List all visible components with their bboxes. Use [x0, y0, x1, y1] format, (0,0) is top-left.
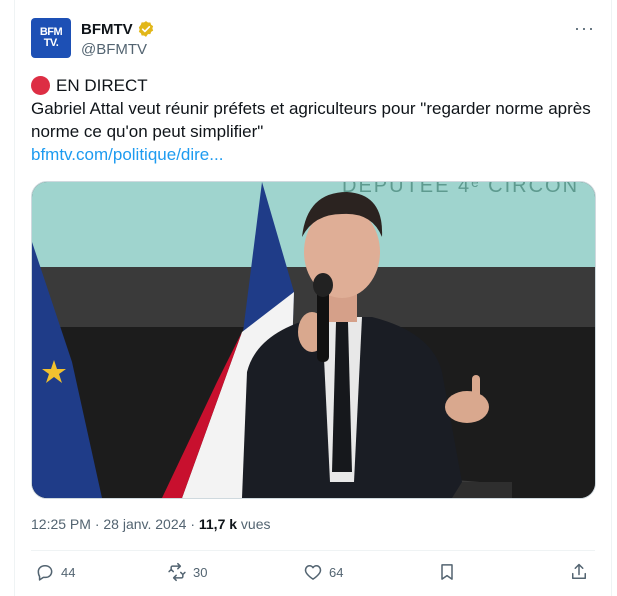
action-bar: 44 30 64 [31, 562, 595, 590]
more-options-icon[interactable]: ··· [574, 18, 595, 39]
views-label: vues [240, 516, 271, 532]
backdrop-text: DÉPUTÉE 4ᵉ CIRCON [342, 182, 579, 197]
author-name[interactable]: BFMTV [81, 21, 133, 38]
live-label: EN DIRECT [56, 76, 148, 95]
bookmark-icon [441, 564, 453, 580]
like-count: 64 [329, 564, 344, 580]
share-button[interactable] [569, 562, 595, 582]
avatar[interactable]: BFM TV. [31, 18, 71, 58]
views-count: 11,7 k [198, 516, 238, 532]
verified-badge-icon [138, 21, 153, 37]
tweet-meta: 12:25 PM · 28 janv. 2024 · 11,7 k vues [31, 516, 271, 532]
author-name-row: BFMTV [81, 20, 155, 38]
tweet-photo[interactable]: DÉPUTÉE 4ᵉ CIRCON [31, 181, 596, 499]
tweet-text: EN DIRECT Gabriel Attal veut réunir préf… [31, 74, 591, 166]
tweet-card: BFM TV. BFMTV @BFMTV ··· EN DIRECT Gabri… [14, 0, 612, 596]
divider [31, 550, 595, 551]
meta-separator: · [190, 516, 199, 532]
author-handle[interactable]: @BFMTV [81, 41, 147, 58]
tweet-body: Gabriel Attal veut réunir préfets et agr… [31, 99, 591, 141]
heart-icon [304, 565, 322, 580]
reply-icon [37, 565, 53, 581]
repost-button[interactable]: 30 [167, 562, 207, 582]
like-button[interactable]: 64 [303, 562, 343, 582]
repost-icon [168, 562, 186, 582]
share-icon [572, 563, 586, 579]
photo-illustration: DÉPUTÉE 4ᵉ CIRCON [32, 182, 595, 498]
reply-count: 44 [61, 564, 76, 580]
tweet-time[interactable]: 12:25 PM [31, 516, 91, 532]
bookmark-button[interactable] [437, 562, 463, 582]
tweet-date[interactable]: 28 janv. 2024 [103, 516, 186, 532]
tweet-link[interactable]: bfmtv.com/politique/dire... [31, 143, 591, 166]
avatar-line-2: TV. [43, 37, 59, 49]
reply-button[interactable]: 44 [35, 562, 75, 582]
live-indicator: EN DIRECT [31, 74, 591, 97]
repost-count: 30 [193, 564, 208, 580]
red-circle-icon [31, 76, 50, 95]
